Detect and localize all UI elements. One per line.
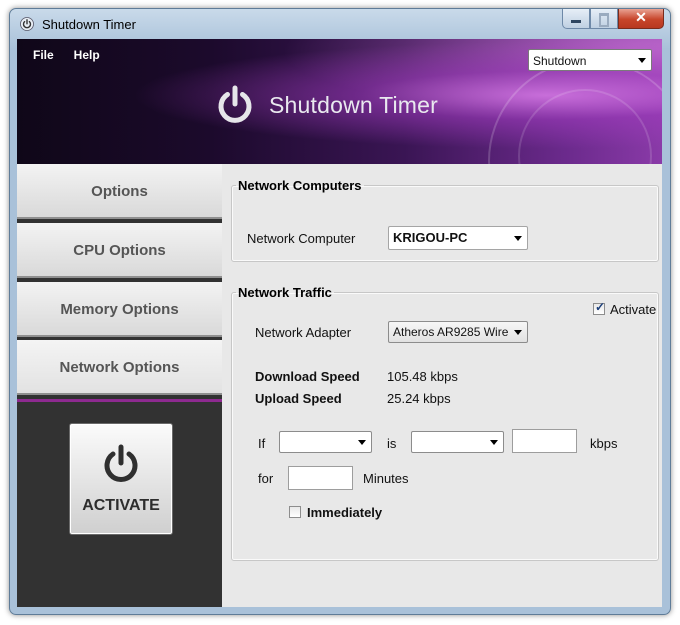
minimize-button[interactable]	[562, 9, 590, 29]
minimize-icon	[571, 20, 581, 23]
main-content: Network Computers Network Computer KRIGO…	[222, 164, 662, 607]
network-computer-label: Network Computer	[247, 231, 356, 246]
client-area: File Help Shutdown Shutdown Timer Option…	[17, 39, 662, 607]
condition-type-select[interactable]	[279, 431, 372, 453]
chevron-down-icon	[514, 236, 522, 241]
upload-speed-label: Upload Speed	[255, 391, 342, 406]
title-bar[interactable]: Shutdown Timer ✕	[10, 9, 670, 39]
comparison-select[interactable]	[411, 431, 504, 453]
menu-help[interactable]: Help	[74, 48, 100, 62]
minutes-input[interactable]	[288, 466, 353, 490]
power-icon	[104, 444, 138, 482]
close-button[interactable]: ✕	[618, 9, 664, 29]
activate-button[interactable]: ACTIVATE	[69, 423, 173, 535]
shutdown-mode-select[interactable]: Shutdown	[528, 49, 652, 71]
immediately-checkbox[interactable]	[289, 506, 301, 518]
app-logo: Shutdown Timer	[215, 85, 438, 125]
check-icon: ✓	[595, 300, 606, 314]
network-computer-select[interactable]: KRIGOU-PC	[388, 226, 528, 250]
chevron-down-icon	[638, 58, 646, 63]
sidebar-item-network-options[interactable]: Network Options	[17, 340, 222, 395]
upload-speed-value: 25.24 kbps	[387, 391, 451, 406]
sidebar-item-options[interactable]: Options	[17, 164, 222, 219]
network-adapter-value: Atheros AR9285 Wire	[393, 325, 509, 339]
chevron-down-icon	[490, 440, 498, 445]
network-adapter-select[interactable]: Atheros AR9285 Wire	[388, 321, 528, 343]
download-speed-label: Download Speed	[255, 369, 360, 384]
sidebar-accent-line	[17, 399, 222, 402]
sidebar-item-memory-options[interactable]: Memory Options	[17, 282, 222, 337]
network-adapter-label: Network Adapter	[255, 325, 352, 340]
menu-file[interactable]: File	[33, 48, 54, 62]
network-computers-title: Network Computers	[238, 178, 362, 193]
maximize-button[interactable]	[590, 9, 618, 29]
app-window: Shutdown Timer ✕ File Help Shutdown Shut…	[9, 8, 671, 615]
is-label: is	[387, 436, 397, 451]
if-label: If	[258, 436, 266, 451]
power-icon	[218, 85, 252, 123]
window-title: Shutdown Timer	[42, 17, 136, 32]
maximize-icon	[599, 13, 609, 27]
for-label: for	[258, 471, 274, 486]
kbps-label: kbps	[590, 436, 618, 451]
download-speed-value: 105.48 kbps	[387, 369, 458, 384]
logo-text: Shutdown Timer	[269, 91, 438, 118]
activate-checkbox[interactable]: ✓	[593, 300, 606, 315]
power-icon	[20, 17, 34, 31]
network-computer-value: KRIGOU-PC	[393, 230, 468, 245]
activate-checkbox-label: Activate	[610, 302, 657, 317]
speed-threshold-input[interactable]	[512, 429, 577, 453]
header-banner: File Help Shutdown Shutdown Timer	[17, 39, 662, 263]
shutdown-mode-value: Shutdown	[533, 54, 587, 68]
close-icon: ✕	[635, 9, 647, 25]
activate-label: ACTIVATE	[82, 497, 160, 514]
immediately-label: Immediately	[307, 505, 383, 520]
network-traffic-title: Network Traffic	[238, 285, 332, 300]
chevron-down-icon	[358, 440, 366, 445]
chevron-down-icon	[514, 330, 522, 335]
sidebar-item-cpu-options[interactable]: CPU Options	[17, 223, 222, 278]
menu-bar: File Help	[33, 48, 100, 62]
sidebar: Options CPU Options Memory Options Netwo…	[17, 164, 222, 607]
minutes-label: Minutes	[363, 471, 409, 486]
